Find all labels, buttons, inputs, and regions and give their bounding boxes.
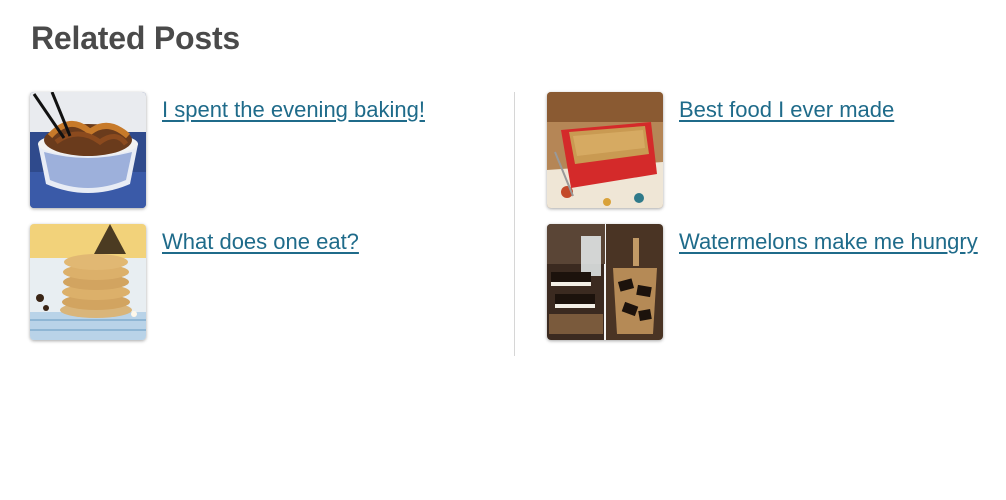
post-thumbnail-casserole[interactable] <box>547 92 663 208</box>
post-title-link[interactable]: Best food I ever made <box>679 97 894 123</box>
post-title-link[interactable]: I spent the evening baking! <box>162 97 425 123</box>
post-thumbnail-cookie-stack[interactable] <box>30 224 146 340</box>
related-posts-section: Related Posts I spent the evening baking… <box>0 0 1006 500</box>
post-title-link[interactable]: What does one eat? <box>162 229 359 255</box>
related-posts-heading: Related Posts <box>31 20 241 56</box>
post-title-link[interactable]: Watermelons make me hungry <box>679 229 978 255</box>
column-divider <box>514 92 515 356</box>
post-thumbnail-noodle-bowl[interactable] <box>30 92 146 208</box>
post-thumbnail-chocolate-bars[interactable] <box>547 224 663 340</box>
